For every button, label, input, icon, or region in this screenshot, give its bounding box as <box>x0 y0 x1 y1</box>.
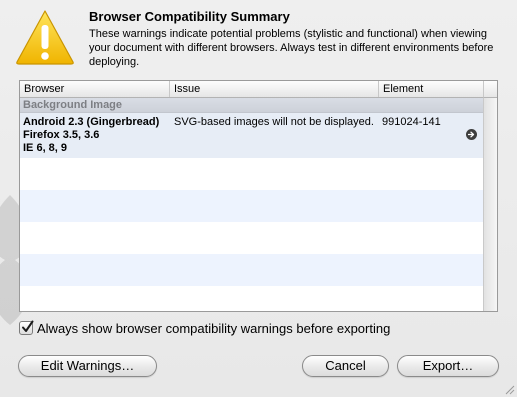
warning-triangle-icon <box>16 10 74 65</box>
empty-row <box>20 190 483 222</box>
checkbox-label: Always show browser compatibility warnin… <box>37 320 391 336</box>
dialog-title: Browser Compatibility Summary <box>89 9 290 24</box>
element-id: 991024-141 <box>382 116 441 128</box>
checkmark-icon <box>22 320 34 332</box>
column-header-browser[interactable]: Browser <box>20 81 170 97</box>
table-row[interactable]: Android 2.3 (Gingerbread) Firefox 3.5, 3… <box>20 113 483 158</box>
dialog-description: These warnings indicate potential proble… <box>89 28 494 68</box>
browser-name: Android 2.3 (Gingerbread) <box>23 116 160 128</box>
go-to-element-arrow-icon[interactable] <box>466 129 477 140</box>
export-button[interactable]: Export… <box>397 355 499 377</box>
table-header: Browser Issue Element <box>20 81 497 98</box>
compatibility-dialog: Browser Compatibility Summary These warn… <box>0 0 517 397</box>
empty-row <box>20 254 483 286</box>
edit-warnings-button[interactable]: Edit Warnings… <box>18 355 157 377</box>
group-header-row: Background Image <box>20 98 483 113</box>
always-show-warnings-checkbox[interactable] <box>19 320 34 335</box>
cancel-button[interactable]: Cancel <box>302 355 389 377</box>
browser-name: IE 6, 8, 9 <box>23 142 68 154</box>
warnings-table: Browser Issue Element Background Image A… <box>19 80 498 312</box>
column-header-element[interactable]: Element <box>379 81 483 97</box>
column-header-issue[interactable]: Issue <box>170 81 379 97</box>
resize-grip-icon[interactable] <box>503 383 515 395</box>
browser-list: Android 2.3 (Gingerbread) Firefox 3.5, 3… <box>23 116 173 155</box>
header-corner <box>483 81 497 98</box>
issue-text: SVG-based images will not be displayed. <box>174 116 374 128</box>
always-show-warnings-option[interactable]: Always show browser compatibility warnin… <box>19 320 390 336</box>
browser-name: Firefox 3.5, 3.6 <box>23 129 100 141</box>
empty-row <box>20 222 483 254</box>
empty-row <box>20 286 483 311</box>
empty-row <box>20 158 483 190</box>
vertical-scrollbar[interactable] <box>483 98 497 311</box>
